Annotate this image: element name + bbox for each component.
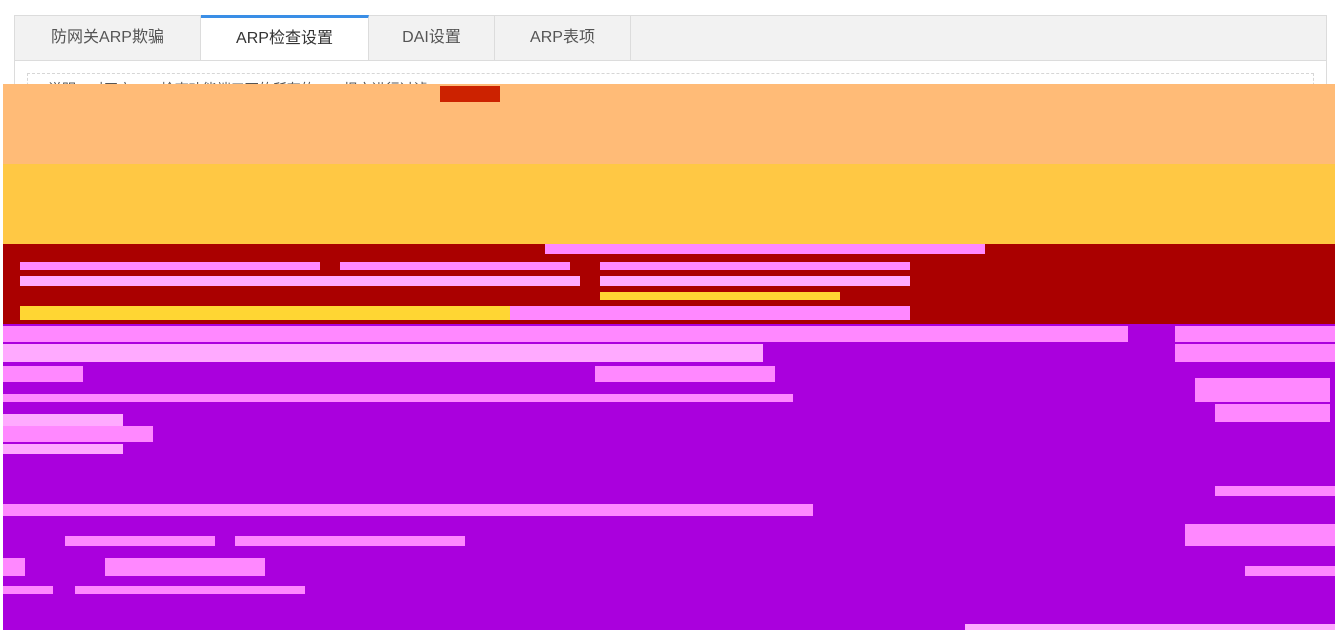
glitch-streak: [3, 558, 25, 576]
glitch-streak: [600, 276, 910, 286]
glitch-streak: [3, 366, 83, 382]
glitch-streak: [3, 394, 793, 402]
glitch-band-orange: [3, 84, 1335, 164]
glitch-streak: [65, 536, 215, 546]
glitch-streak: [595, 366, 775, 382]
glitch-streak: [20, 262, 320, 270]
glitch-streak: [3, 426, 153, 442]
glitch-streak: [235, 536, 465, 546]
tab-arp-table[interactable]: ARP表项: [495, 16, 631, 60]
glitch-streak: [3, 326, 1128, 342]
tab-anti-gateway-arp-spoof[interactable]: 防网关ARP欺骗: [15, 16, 201, 60]
glitch-streak: [20, 306, 510, 320]
glitch-band-yellow: [3, 164, 1335, 244]
glitch-streak: [3, 444, 123, 454]
glitch-streak: [1245, 566, 1335, 576]
glitch-streak: [1175, 344, 1335, 362]
glitch-streak: [1215, 404, 1330, 422]
tab-arp-check-settings[interactable]: ARP检查设置: [201, 15, 369, 61]
glitch-streak: [1215, 486, 1335, 496]
glitch-streak: [1175, 326, 1335, 342]
glitch-streak: [600, 292, 840, 300]
glitch-streak: [20, 276, 580, 286]
glitch-streak: [965, 624, 1335, 630]
glitch-streak: [340, 262, 570, 270]
tab-dai-settings[interactable]: DAI设置: [369, 16, 495, 60]
glitch-streak: [3, 504, 813, 516]
glitch-streak: [510, 306, 910, 320]
tab-bar: 防网关ARP欺骗 ARP检查设置 DAI设置 ARP表项: [14, 15, 1327, 61]
glitch-streak: [3, 344, 763, 362]
glitch-streak: [1195, 378, 1330, 402]
glitch-streak: [105, 558, 265, 576]
glitch-streak: [1185, 524, 1335, 546]
glitch-streak: [440, 86, 500, 102]
glitch-streak: [75, 586, 305, 594]
glitch-streak: [545, 244, 985, 254]
glitch-streak: [3, 586, 53, 594]
glitch-streak: [600, 262, 910, 270]
glitch-streak: [3, 414, 123, 426]
